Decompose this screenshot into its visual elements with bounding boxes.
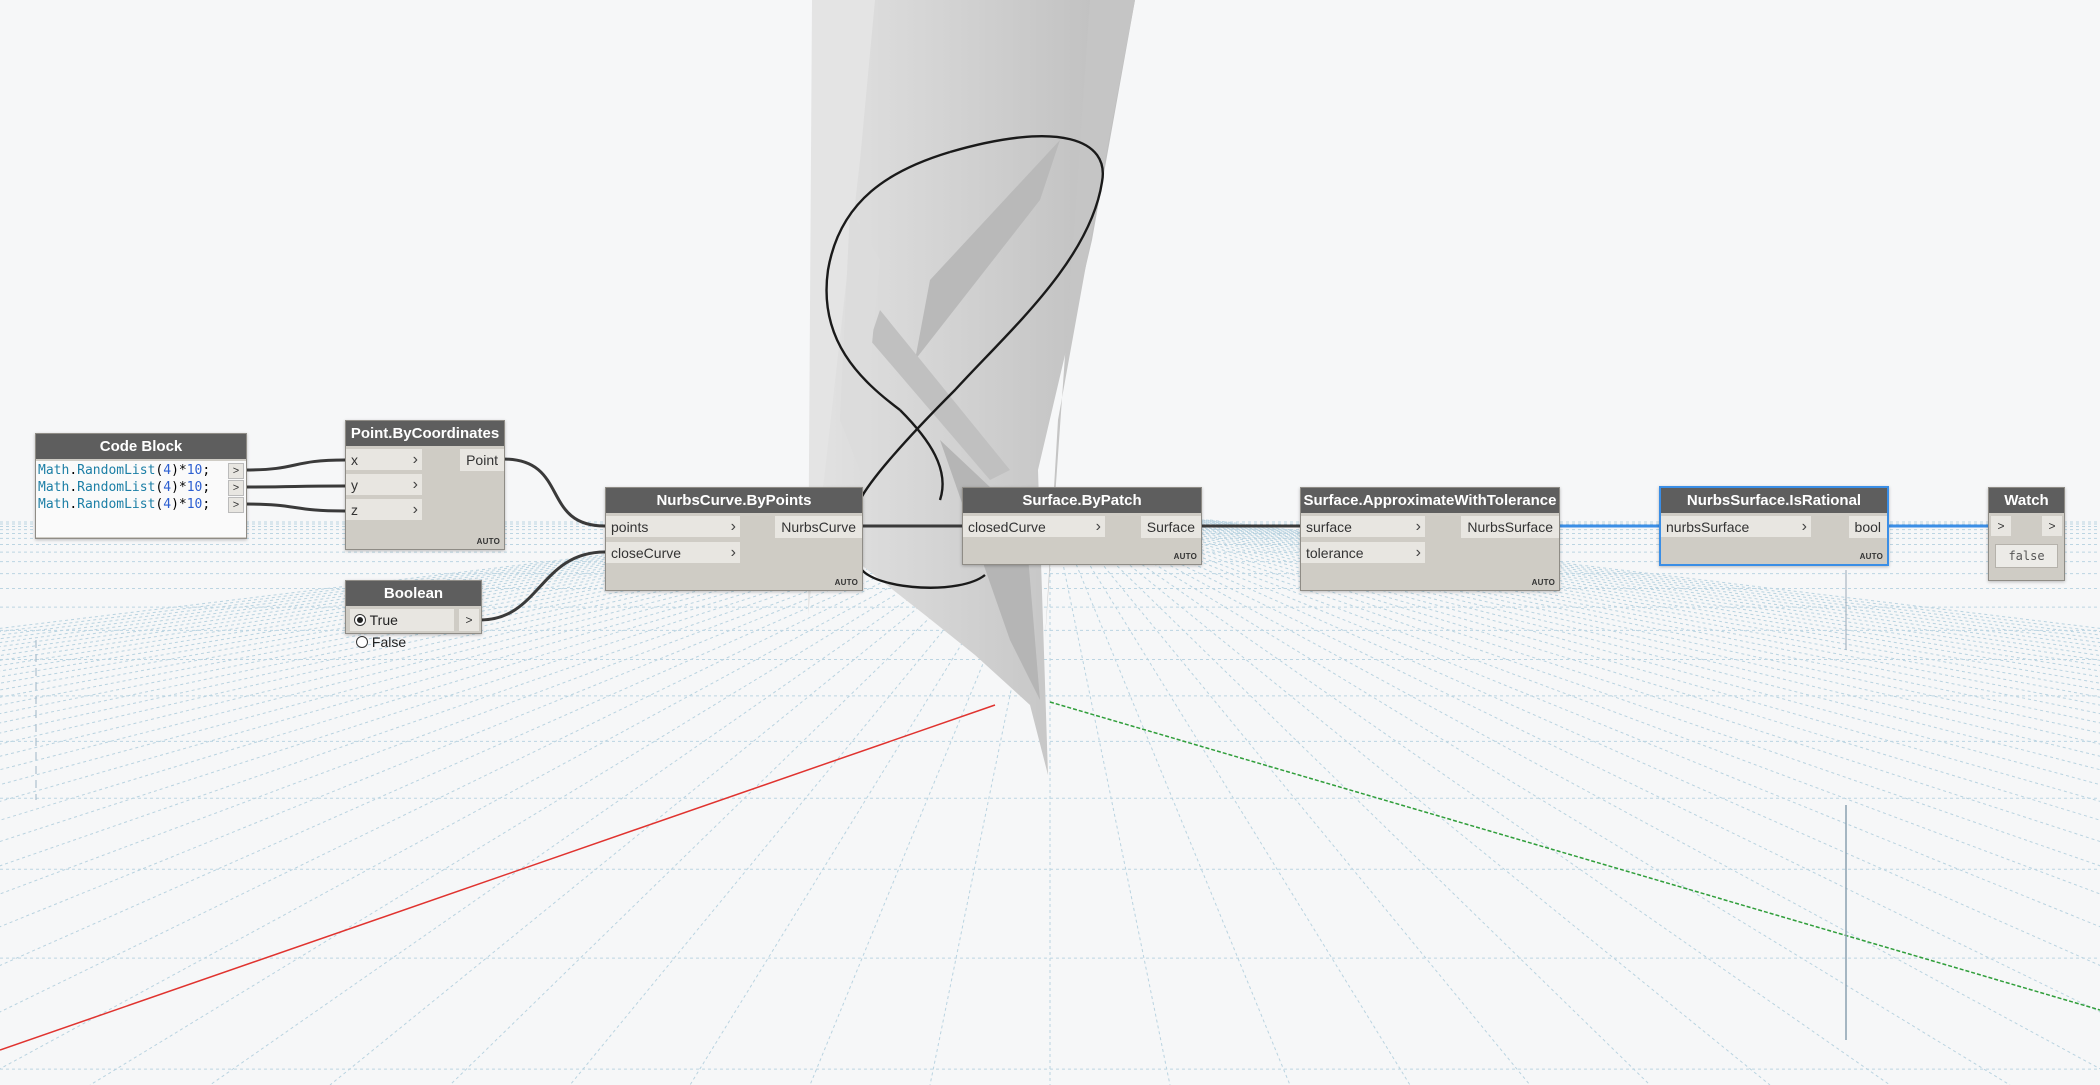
- output-port-nurbssurface[interactable]: NurbsSurface: [1461, 516, 1559, 538]
- wire-boolean-closecurve: [479, 550, 606, 622]
- code-block-node[interactable]: Code Block Math.RandomList(4)*10; Math.R…: [35, 433, 247, 539]
- port-label: y: [351, 477, 358, 493]
- watch-output-port[interactable]: >: [2042, 516, 2062, 536]
- watch-node[interactable]: Watch > > false: [1988, 487, 2065, 581]
- lacing-indicator: AUTO: [1859, 552, 1883, 561]
- chevron-right-icon: ›: [1415, 518, 1421, 535]
- radio-false[interactable]: False: [356, 631, 406, 653]
- code-num: 10: [186, 497, 203, 512]
- code-end: ;: [202, 463, 211, 478]
- code-line-2[interactable]: Math.RandomList(4)*10;: [38, 480, 210, 496]
- code-op: *: [178, 480, 187, 495]
- point-by-coordinates-node[interactable]: Point.ByCoordinates x › y › z › Point AUTO: [345, 420, 505, 550]
- output-port-point[interactable]: Point: [460, 449, 504, 471]
- input-port-points[interactable]: points ›: [606, 516, 740, 538]
- surface-by-patch-node[interactable]: Surface.ByPatch closedCurve › Surface AUT…: [962, 487, 1202, 565]
- code-arg: 4: [163, 480, 172, 495]
- code-line-3[interactable]: Math.RandomList(4)*10;: [38, 497, 210, 513]
- code-method: RandomList: [77, 463, 156, 478]
- input-port-closecurve[interactable]: closeCurve ›: [606, 542, 740, 564]
- node-title: Surface.ApproximateWithTolerance: [1301, 488, 1559, 513]
- radio-true-label: True: [369, 612, 398, 628]
- code-output-port-1[interactable]: >: [228, 463, 244, 479]
- chevron-right-icon: ›: [1801, 518, 1807, 535]
- chevron-right-icon: ›: [730, 544, 736, 561]
- watch-value: false: [1995, 544, 2058, 568]
- lacing-indicator: AUTO: [834, 578, 858, 587]
- node-title: NurbsCurve.ByPoints: [606, 488, 862, 513]
- input-port-nurbssurface[interactable]: nurbsSurface ›: [1661, 516, 1811, 538]
- code-num: 10: [186, 480, 203, 495]
- wire-point-points: [502, 457, 606, 528]
- chevron-right-icon: ›: [412, 501, 418, 518]
- code-output-port-2[interactable]: >: [228, 480, 244, 496]
- code-end: ;: [202, 497, 211, 512]
- code-fn: Math: [38, 463, 70, 478]
- input-port-z[interactable]: z ›: [346, 499, 422, 521]
- boolean-output-port[interactable]: >: [459, 609, 479, 631]
- port-label: z: [351, 502, 358, 518]
- code-paren: ): [171, 480, 179, 495]
- wire-code-z: [244, 502, 346, 513]
- code-fn: Math: [38, 497, 70, 512]
- input-port-y[interactable]: y ›: [346, 474, 422, 496]
- output-port-bool[interactable]: bool: [1848, 516, 1887, 538]
- watch-input-port[interactable]: >: [1991, 516, 2011, 536]
- node-title: Surface.ByPatch: [963, 488, 1201, 513]
- chevron-right-icon: ›: [412, 451, 418, 468]
- nurbs-surface-is-rational-node[interactable]: NurbsSurface.IsRational nurbsSurface › bo…: [1659, 486, 1889, 566]
- port-label: surface: [1306, 519, 1352, 535]
- input-port-closedcurve[interactable]: closedCurve ›: [963, 516, 1105, 538]
- input-port-surface[interactable]: surface ›: [1301, 516, 1425, 538]
- node-title: Watch: [1989, 488, 2064, 513]
- lacing-indicator: AUTO: [1531, 578, 1555, 587]
- code-arg: 4: [163, 497, 172, 512]
- code-arg: 4: [163, 463, 172, 478]
- wire-code-x: [244, 458, 346, 472]
- port-label: points: [611, 519, 649, 535]
- boolean-node[interactable]: Boolean True False >: [345, 580, 482, 650]
- code-dot: .: [69, 497, 78, 512]
- port-label: closedCurve: [968, 519, 1046, 535]
- code-line-1[interactable]: Math.RandomList(4)*10;: [38, 463, 210, 479]
- node-title: NurbsSurface.IsRational: [1661, 488, 1887, 513]
- nurbs-curve-by-points-node[interactable]: NurbsCurve.ByPoints points › closeCurve › …: [605, 487, 863, 591]
- port-label: nurbsSurface: [1666, 519, 1750, 535]
- radio-selected-icon: [354, 614, 366, 626]
- lacing-indicator: AUTO: [476, 537, 500, 546]
- input-port-x[interactable]: x ›: [346, 449, 422, 471]
- chevron-right-icon: ›: [412, 476, 418, 493]
- output-port-surface[interactable]: Surface: [1140, 516, 1201, 538]
- code-op: *: [178, 497, 187, 512]
- code-dot: .: [69, 463, 78, 478]
- surface-approximate-with-tolerance-node[interactable]: Surface.ApproximateWithTolerance surface…: [1300, 487, 1560, 591]
- code-op: *: [178, 463, 187, 478]
- port-label: tolerance: [1306, 545, 1364, 561]
- output-port-nurbscurve[interactable]: NurbsCurve: [775, 516, 862, 538]
- node-title: Point.ByCoordinates: [346, 421, 504, 446]
- code-paren: ): [171, 463, 179, 478]
- wire-code-y: [244, 484, 346, 489]
- radio-unselected-icon: [356, 636, 368, 648]
- port-label: closeCurve: [611, 545, 682, 561]
- lacing-indicator: AUTO: [1173, 552, 1197, 561]
- code-end: ;: [202, 480, 211, 495]
- radio-true[interactable]: True: [354, 609, 398, 631]
- radio-false-label: False: [371, 634, 407, 650]
- code-method: RandomList: [77, 480, 156, 495]
- code-num: 10: [186, 463, 203, 478]
- code-dot: .: [69, 480, 78, 495]
- node-title: Boolean: [346, 581, 481, 606]
- chevron-right-icon: ›: [1095, 518, 1101, 535]
- chevron-right-icon: ›: [730, 518, 736, 535]
- input-port-tolerance[interactable]: tolerance ›: [1301, 542, 1425, 564]
- code-fn: Math: [38, 480, 70, 495]
- chevron-right-icon: ›: [1415, 544, 1421, 561]
- node-title: Code Block: [36, 434, 246, 459]
- code-method: RandomList: [77, 497, 156, 512]
- port-label: x: [351, 452, 358, 468]
- code-paren: ): [171, 497, 179, 512]
- code-output-port-3[interactable]: >: [228, 497, 244, 513]
